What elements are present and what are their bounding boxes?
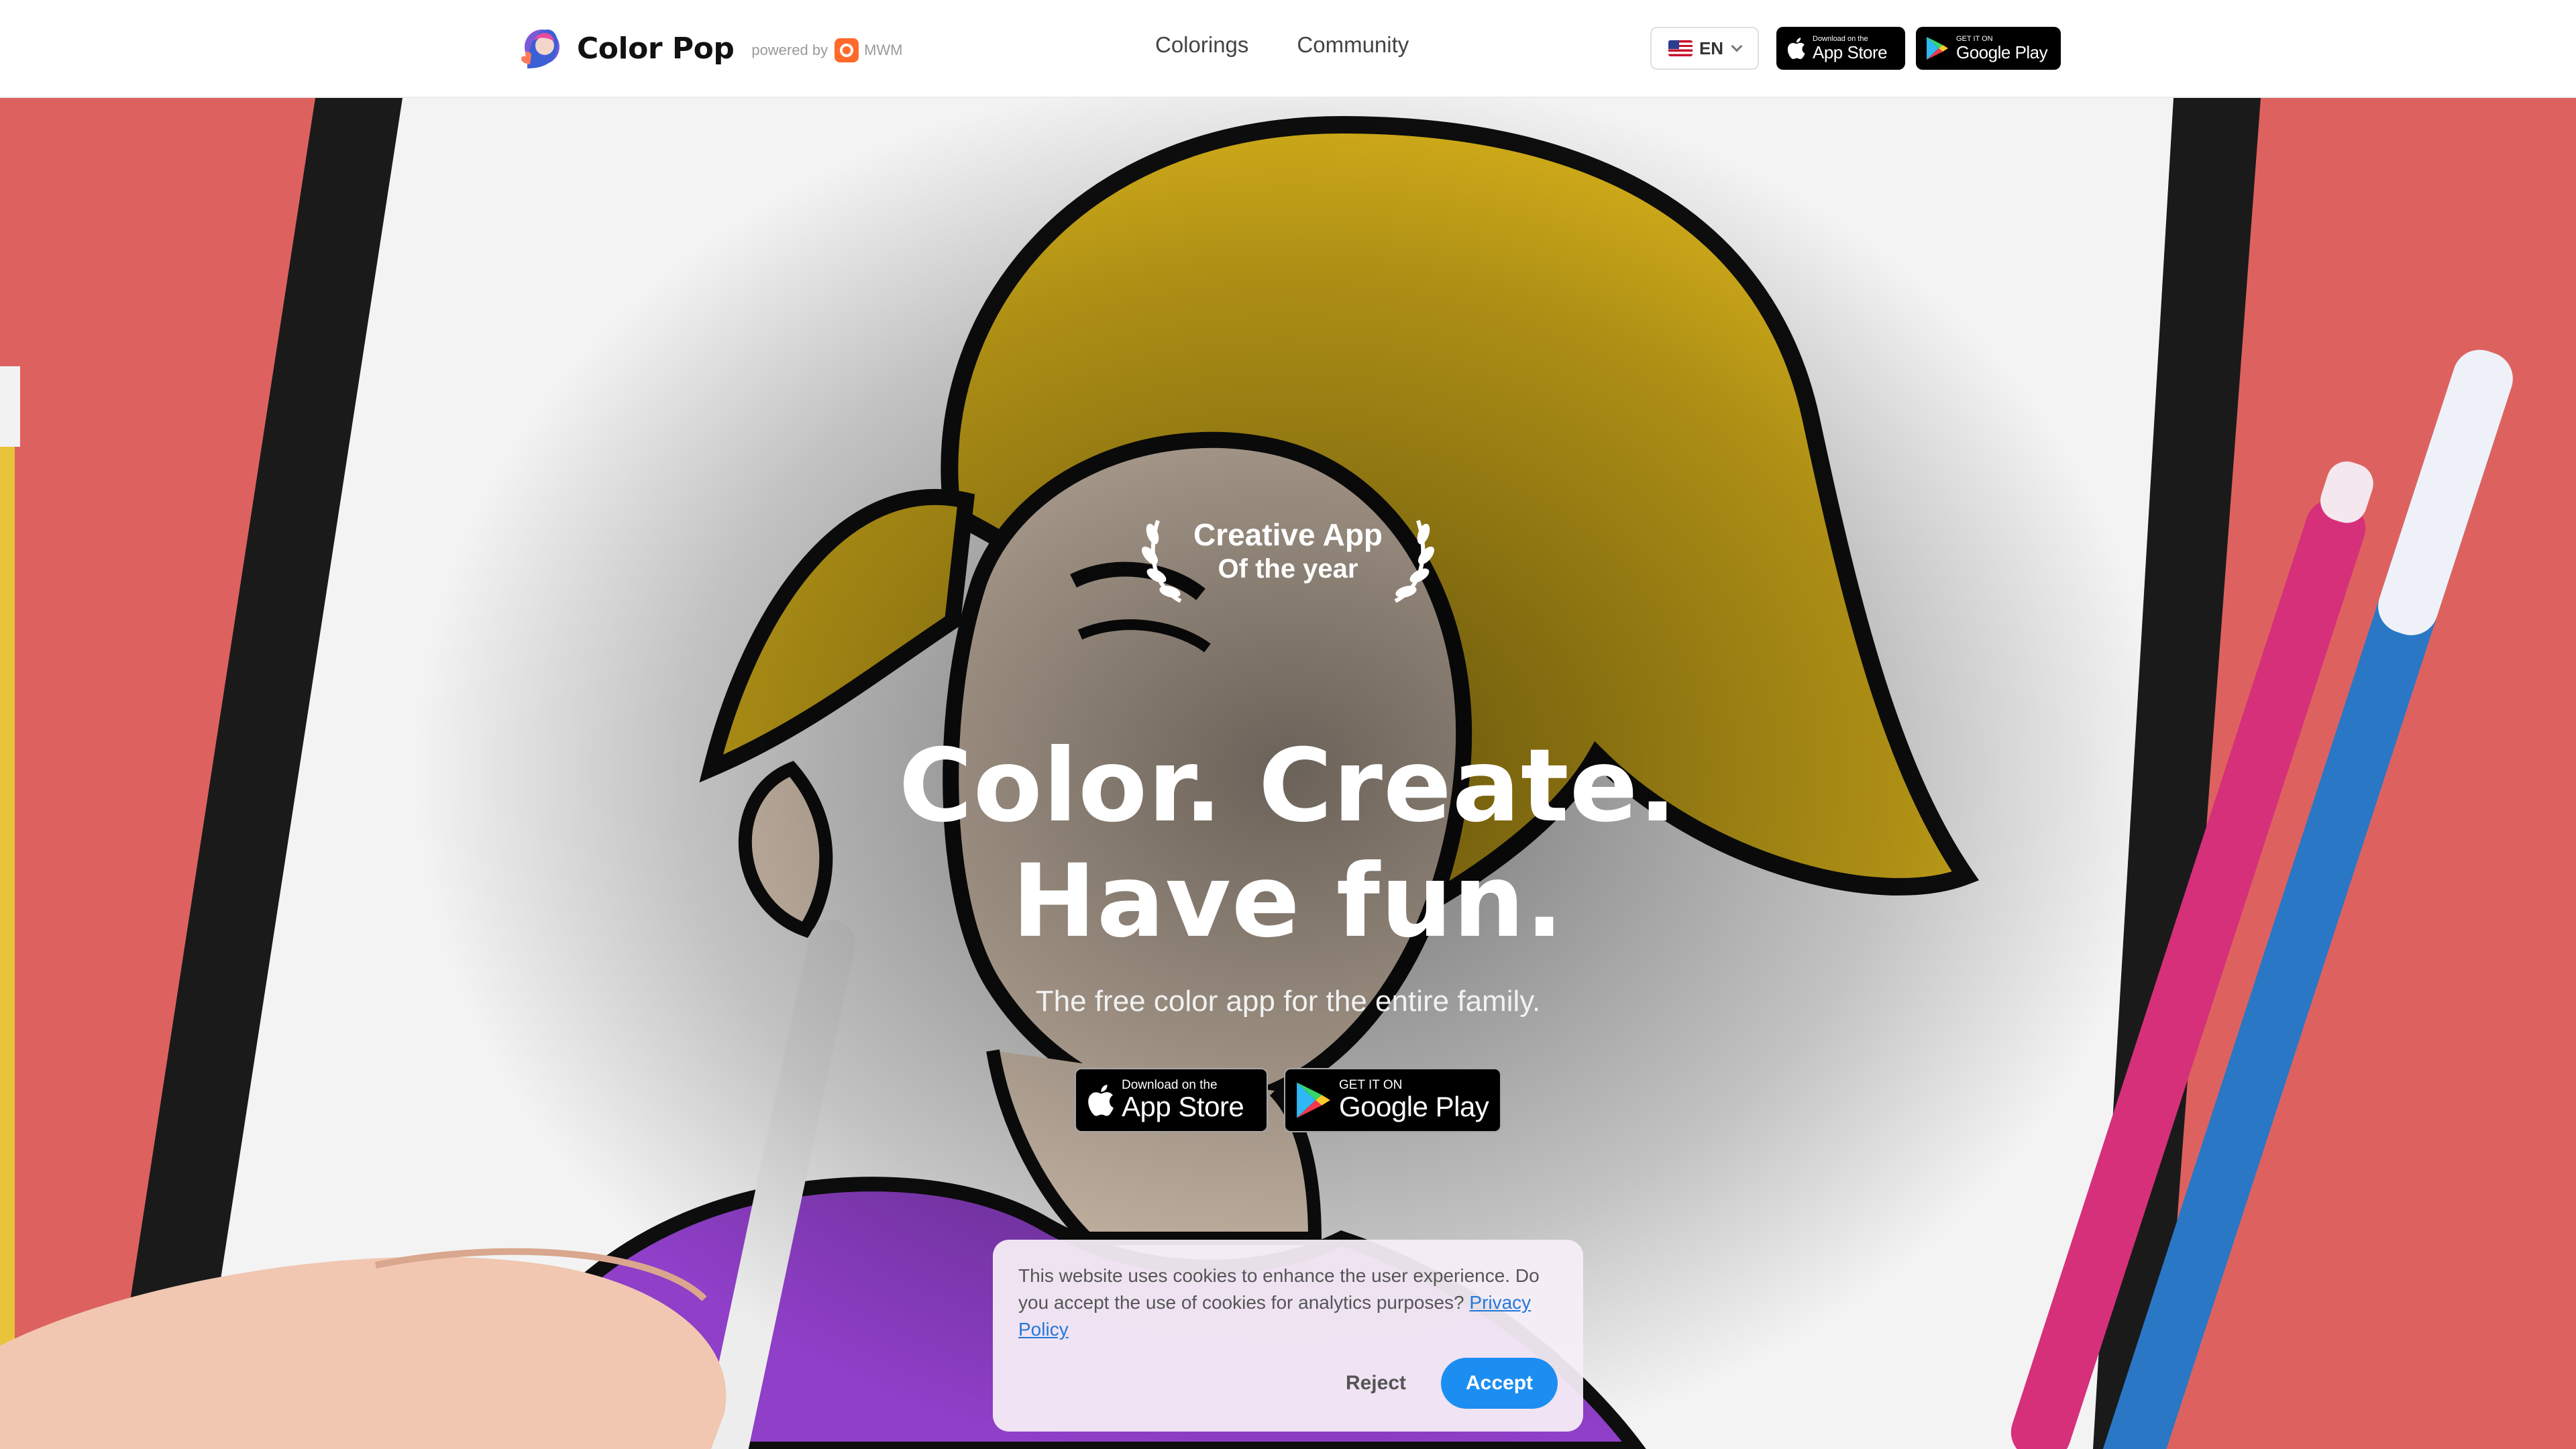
laurel-icon	[1394, 520, 1434, 603]
language-label: EN	[1699, 38, 1724, 58]
header-app-store-button[interactable]: Download on the App Store	[1776, 27, 1905, 70]
hero-app-store-big: App Store	[1122, 1091, 1244, 1122]
apple-icon	[1787, 38, 1805, 60]
hero-subtitle: The free color app for the entire family…	[1035, 985, 1541, 1018]
nav-colorings[interactable]: Colorings	[1155, 32, 1248, 58]
chevron-down-icon	[1731, 40, 1743, 52]
google-play-big: Google Play	[1956, 42, 2048, 62]
nav-community[interactable]: Community	[1297, 32, 1409, 58]
hero-google-play-button[interactable]: GET IT ON Google Play	[1284, 1068, 1501, 1132]
hero-app-store-text: Download on the App Store	[1122, 1079, 1244, 1122]
mwm-label: MWM	[864, 42, 903, 58]
cookie-message: This website uses cookies to enhance the…	[1018, 1263, 1558, 1343]
apple-icon	[1088, 1084, 1114, 1116]
cookie-text: This website uses cookies to enhance the…	[1018, 1265, 1540, 1313]
brand-name: Color Pop	[577, 31, 735, 66]
google-play-text: GET IT ON Google Play	[1956, 35, 2048, 62]
headline-line-1: Color. Create.	[898, 728, 1678, 845]
google-play-icon	[1927, 37, 1948, 60]
header-google-play-button[interactable]: GET IT ON Google Play	[1916, 27, 2061, 70]
hero-app-store-small: Download on the	[1122, 1078, 1218, 1092]
accept-button[interactable]: Accept	[1441, 1358, 1558, 1409]
language-selector[interactable]: EN	[1650, 27, 1759, 70]
google-play-icon	[1297, 1082, 1330, 1118]
powered-by-label: powered by	[751, 42, 828, 58]
app-store-text: Download on the App Store	[1813, 35, 1888, 62]
hero-google-play-text: GET IT ON Google Play	[1339, 1079, 1489, 1122]
site-header: Color Pop powered by MWM Colorings Commu…	[0, 0, 2576, 98]
us-flag-icon	[1668, 40, 1693, 56]
main-nav: Colorings Community	[1155, 32, 1409, 58]
hero-google-play-big: Google Play	[1339, 1091, 1489, 1122]
cookie-banner: This website uses cookies to enhance the…	[993, 1240, 1583, 1432]
headline-line-2: Have fun.	[1012, 843, 1564, 960]
award-badge: Creative App Of the year	[1140, 507, 1436, 608]
app-store-big: App Store	[1813, 42, 1888, 62]
hero-app-store-button[interactable]: Download on the App Store	[1075, 1068, 1268, 1132]
hero-headline: Color. Create. Have fun.	[617, 729, 1959, 959]
logo-link[interactable]: Color Pop powered by MWM	[513, 20, 903, 76]
cookie-actions: Reject Accept	[1346, 1358, 1558, 1409]
mwm-logo-icon	[835, 38, 859, 62]
color-pop-logo-icon	[521, 30, 559, 68]
reject-button[interactable]: Reject	[1346, 1372, 1406, 1395]
powered-by: powered by MWM	[751, 38, 903, 62]
hero-google-play-small: GET IT ON	[1339, 1078, 1403, 1092]
